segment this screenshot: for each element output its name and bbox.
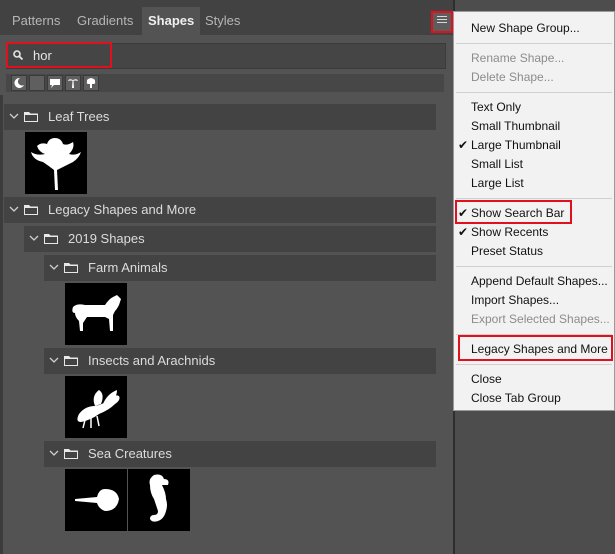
shape-thumbnail-hornet[interactable] xyxy=(65,376,127,438)
left-edge-strip xyxy=(0,95,3,554)
menu-item-rename-shape[interactable]: Rename Shape... xyxy=(471,51,564,66)
menu-item-large-thumbnail[interactable]: Large Thumbnail xyxy=(471,138,561,153)
menu-separator xyxy=(456,266,612,267)
menu-separator xyxy=(456,364,612,365)
tab-shapes[interactable]: Shapes xyxy=(142,7,201,35)
shape-thumbnail-horseshoe-crab[interactable] xyxy=(65,469,127,531)
folder-icon xyxy=(64,356,78,366)
group-farm-animals[interactable]: Farm Animals xyxy=(44,255,436,281)
folder-icon xyxy=(24,112,38,122)
recent-shape-crescent-icon[interactable] xyxy=(29,75,45,91)
menu-item-large-list[interactable]: Large List xyxy=(471,176,524,191)
group-legacy-shapes[interactable]: Legacy Shapes and More xyxy=(4,197,436,223)
menu-item-small-thumbnail[interactable]: Small Thumbnail xyxy=(471,119,560,134)
shapes-panel: Patterns Gradients Shapes Styles hor Lea… xyxy=(0,0,453,554)
panel-tab-bar: Patterns Gradients Shapes Styles xyxy=(0,0,453,35)
menu-separator xyxy=(456,43,612,44)
tab-gradients[interactable]: Gradients xyxy=(71,7,139,35)
menu-item-new-shape-group[interactable]: New Shape Group... xyxy=(471,21,580,36)
group-label: Legacy Shapes and More xyxy=(48,202,197,217)
menu-separator xyxy=(456,92,612,93)
menu-item-text-only[interactable]: Text Only xyxy=(471,100,521,115)
folder-icon xyxy=(64,449,78,459)
shape-thumbnail-leaf-tree[interactable] xyxy=(25,132,87,194)
menu-item-append-default-shapes[interactable]: Append Default Shapes... xyxy=(471,274,608,289)
panel-menu-button[interactable] xyxy=(431,11,453,33)
horseshoe-crab-icon xyxy=(75,489,119,511)
group-label: Farm Animals xyxy=(88,260,168,275)
recent-shape-moon-icon[interactable] xyxy=(11,75,27,91)
folder-icon xyxy=(64,263,78,273)
chevron-down-icon[interactable] xyxy=(29,233,39,243)
horse-icon xyxy=(72,295,121,331)
chevron-down-icon[interactable] xyxy=(49,355,59,365)
recent-shape-palm-tree-icon[interactable] xyxy=(65,75,81,91)
menu-item-import-shapes[interactable]: Import Shapes... xyxy=(471,293,559,308)
menu-separator xyxy=(456,198,612,199)
group-label: Insects and Arachnids xyxy=(88,353,216,368)
menu-item-small-list[interactable]: Small List xyxy=(471,157,523,172)
group-sea-creatures[interactable]: Sea Creatures xyxy=(44,441,436,467)
chevron-down-icon[interactable] xyxy=(9,111,19,121)
menu-item-close-tab-group[interactable]: Close Tab Group xyxy=(471,391,561,406)
group-label: Leaf Trees xyxy=(48,109,110,124)
group-label: Sea Creatures xyxy=(88,446,172,461)
seahorse-icon xyxy=(149,474,169,522)
chevron-down-icon[interactable] xyxy=(49,262,59,272)
leaf-tree-icon xyxy=(31,138,81,190)
menu-item-preset-status[interactable]: Preset Status xyxy=(471,244,543,259)
menu-item-close[interactable]: Close xyxy=(471,372,502,387)
shape-thumbnail-seahorse[interactable] xyxy=(128,469,190,531)
hornet-icon xyxy=(77,390,120,429)
recent-shape-speech-bubble-icon[interactable] xyxy=(47,75,63,91)
highlight-legacy-shapes xyxy=(458,335,613,361)
search-highlight-box xyxy=(6,42,112,68)
chevron-down-icon[interactable] xyxy=(49,448,59,458)
chevron-down-icon[interactable] xyxy=(9,204,19,214)
group-insects-arachnids[interactable]: Insects and Arachnids xyxy=(44,348,436,374)
checkmark-icon: ✔ xyxy=(458,225,469,239)
tab-styles[interactable]: Styles xyxy=(199,7,246,35)
checkmark-icon: ✔ xyxy=(458,138,469,152)
group-2019-shapes[interactable]: 2019 Shapes xyxy=(24,226,436,252)
menu-item-show-recents[interactable]: Show Recents xyxy=(471,225,548,240)
highlight-show-search-bar xyxy=(455,200,572,224)
tab-patterns[interactable]: Patterns xyxy=(6,7,66,35)
menu-item-delete-shape[interactable]: Delete Shape... xyxy=(471,70,554,85)
group-label: 2019 Shapes xyxy=(68,231,145,246)
shape-thumbnail-horse[interactable] xyxy=(65,283,127,345)
menu-item-export-selected-shapes[interactable]: Export Selected Shapes... xyxy=(471,312,610,327)
hamburger-icon xyxy=(437,16,447,24)
group-leaf-trees[interactable]: Leaf Trees xyxy=(4,104,436,130)
recent-shapes-row xyxy=(6,74,444,92)
folder-icon xyxy=(44,234,58,244)
recent-shape-tree-icon[interactable] xyxy=(83,75,99,91)
folder-icon xyxy=(24,205,38,215)
